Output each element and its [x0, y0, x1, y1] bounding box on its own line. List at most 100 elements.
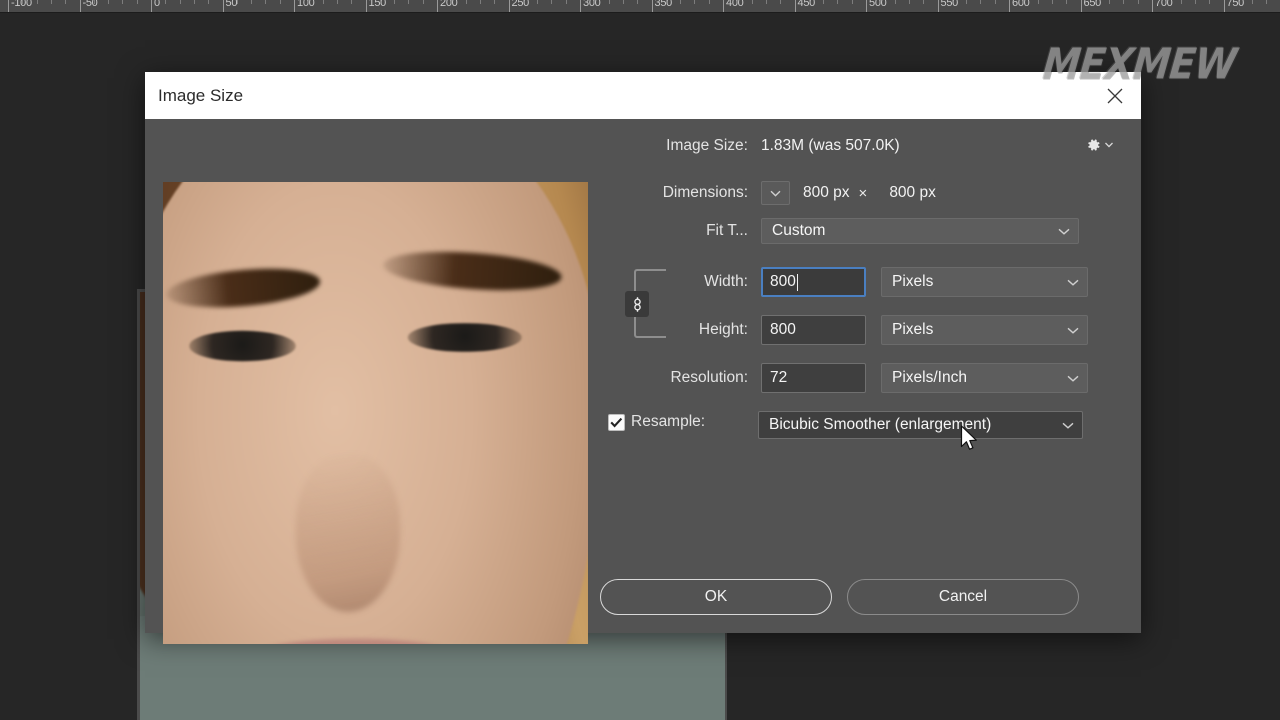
- ruler-minor-tick: [36, 0, 38, 4]
- ruler-minor-tick: [251, 0, 253, 4]
- ruler-minor-tick: [1266, 0, 1268, 4]
- ruler-minor-tick: [780, 0, 782, 4]
- ruler-minor-tick: [951, 0, 953, 4]
- dimensions-units-dropdown[interactable]: [761, 181, 790, 205]
- ruler-minor-tick: [622, 0, 624, 4]
- photoshop-workspace: -100 -50 0 50 100 150 200 250 300 350 400 450 500 550…: [0, 0, 1280, 720]
- ruler-minor-tick: [122, 0, 124, 4]
- ruler-minor-tick: [1094, 0, 1096, 4]
- chevron-down-icon: [770, 190, 781, 197]
- height-unit-value: Pixels: [892, 321, 934, 338]
- height-label: Height:: [698, 321, 748, 338]
- ruler-label: 350: [654, 0, 673, 9]
- ruler-minor-tick: [1037, 0, 1039, 4]
- fit-to-select[interactable]: Custom: [761, 218, 1079, 244]
- resample-select[interactable]: Bicubic Smoother (enlargement): [758, 411, 1083, 439]
- width-input[interactable]: 800: [761, 267, 866, 297]
- ruler-minor-tick: [1209, 0, 1211, 4]
- ruler-minor-tick: [336, 0, 338, 4]
- ruler-minor-tick: [837, 0, 839, 4]
- ruler-minor-tick: [966, 0, 968, 4]
- ruler-minor-tick: [1066, 0, 1068, 4]
- fit-to-label: Fit T...: [706, 222, 748, 239]
- ruler-minor-tick: [479, 0, 481, 4]
- resample-value: Bicubic Smoother (enlargement): [769, 416, 992, 433]
- ruler-minor-tick: [236, 0, 238, 4]
- ruler-major-tick: [1223, 0, 1225, 12]
- horizontal-ruler[interactable]: -100 -50 0 50 100 150 200 250 300 350 400 450 500 550…: [0, 0, 1280, 13]
- ruler-minor-tick: [708, 0, 710, 4]
- width-unit-select[interactable]: Pixels: [881, 267, 1088, 297]
- ruler-major-tick: [151, 0, 152, 12]
- resolution-unit-select[interactable]: Pixels/Inch: [881, 363, 1088, 393]
- close-icon[interactable]: [1103, 84, 1127, 108]
- dimensions-height-value: 800 px: [889, 184, 936, 201]
- image-preview[interactable]: [163, 182, 588, 644]
- ruler-major-tick: [222, 0, 224, 12]
- ruler-minor-tick: [465, 0, 467, 4]
- ruler-major-tick: [365, 0, 367, 12]
- chevron-down-icon: [1067, 369, 1079, 387]
- ruler-label: 700: [1155, 0, 1173, 9]
- ruler-minor-tick: [808, 0, 810, 4]
- image-size-row: Image Size: 1.83M (was 507.0K): [600, 137, 1141, 155]
- resolution-label: Resolution:: [670, 369, 748, 386]
- resolution-unit-value: Pixels/Inch: [892, 369, 967, 386]
- ruler-major-tick: [794, 0, 796, 12]
- cancel-button[interactable]: Cancel: [847, 579, 1079, 615]
- ruler-minor-tick: [1194, 0, 1196, 4]
- ruler-minor-tick: [279, 0, 281, 4]
- image-size-value: 1.83M (was 507.0K): [761, 137, 900, 154]
- ruler-minor-tick: [1180, 0, 1182, 4]
- ruler-minor-tick: [422, 0, 424, 4]
- ruler-label: 150: [368, 0, 387, 9]
- ruler-label: 250: [511, 0, 530, 9]
- gear-icon[interactable]: [1084, 136, 1113, 154]
- document-workspace: Image Size Image Size: 1.83M (was 507.0K…: [0, 13, 1280, 720]
- ruler-minor-tick: [265, 0, 267, 4]
- dimensions-width-value: 800 px: [803, 184, 850, 201]
- height-input[interactable]: 800: [761, 315, 866, 345]
- width-label: Width:: [704, 273, 748, 290]
- ruler-minor-tick: [1166, 0, 1168, 4]
- ruler-minor-tick: [637, 0, 639, 4]
- resolution-input[interactable]: 72: [761, 363, 866, 393]
- ruler-minor-tick: [22, 0, 24, 4]
- ruler-minor-tick: [565, 0, 567, 4]
- resample-label: Resample:: [631, 413, 706, 430]
- dimensions-row: Dimensions: 800 px × 800 px: [600, 181, 1141, 205]
- ruler-minor-tick: [165, 0, 167, 4]
- dimensions-separator: ×: [858, 184, 868, 202]
- width-value: 800: [770, 273, 796, 290]
- ok-button[interactable]: OK: [600, 579, 832, 615]
- ruler-major-tick: [8, 0, 9, 12]
- ruler-label: 550: [940, 0, 959, 9]
- ruler-minor-tick: [136, 0, 138, 4]
- resolution-value: 72: [770, 369, 788, 386]
- resample-checkbox[interactable]: [608, 414, 625, 431]
- ruler-label: 200: [440, 0, 458, 9]
- ruler-ticks: -100 -50 0 50 100 150 200 250 300 350 400 450 500 550…: [0, 0, 1280, 12]
- ruler-minor-tick: [50, 0, 52, 4]
- fit-to-value: Custom: [772, 222, 826, 239]
- ruler-major-tick: [437, 0, 438, 12]
- ruler-minor-tick: [765, 0, 767, 4]
- dialog-titlebar[interactable]: Image Size: [145, 72, 1141, 119]
- ruler-minor-tick: [1023, 0, 1025, 4]
- ruler-minor-tick: [894, 0, 896, 4]
- height-unit-select[interactable]: Pixels: [881, 315, 1088, 345]
- ruler-minor-tick: [308, 0, 310, 4]
- chevron-down-icon: [1058, 222, 1070, 240]
- dialog-body: Image Size: 1.83M (was 507.0K) Dimension…: [145, 119, 1141, 644]
- preview-portrait-photo: [163, 182, 588, 644]
- ruler-minor-tick: [522, 0, 524, 4]
- ruler-major-tick: [508, 0, 510, 12]
- ruler-minor-tick: [694, 0, 696, 4]
- ruler-minor-tick: [994, 0, 996, 4]
- ruler-minor-tick: [1109, 0, 1111, 4]
- chevron-down-icon: [1062, 416, 1074, 434]
- ruler-minor-tick: [93, 0, 95, 4]
- ruler-minor-tick: [594, 0, 596, 4]
- ruler-label: 500: [869, 0, 887, 9]
- ruler-minor-tick: [537, 0, 539, 4]
